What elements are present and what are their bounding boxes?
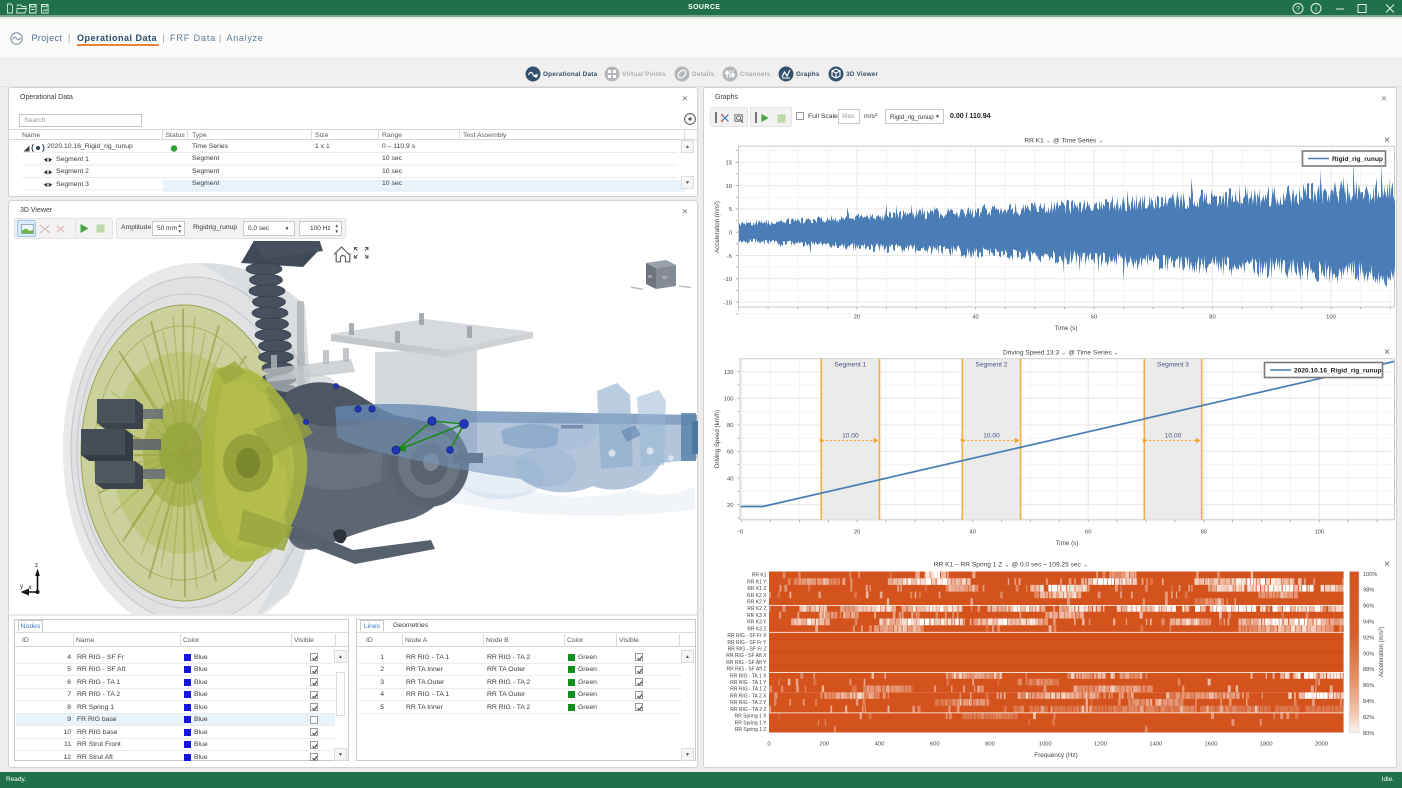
svg-text:z: z	[35, 563, 38, 569]
svg-text:86%: 86%	[1363, 683, 1374, 689]
svg-text:RR K2 Y: RR K2 Y	[747, 600, 767, 606]
svg-text:1000: 1000	[1039, 742, 1052, 748]
svg-text:0: 0	[767, 742, 770, 748]
svg-text:RR RIG - TA 1 Z: RR RIG - TA 1 Z	[730, 687, 766, 693]
svg-text:2000: 2000	[1315, 742, 1328, 748]
svg-text:RR RIG - SF Aft Z: RR RIG - SF Aft Z	[726, 667, 766, 673]
svg-text:RR Spring 1 Z: RR Spring 1 Z	[735, 727, 767, 733]
svg-text:1600: 1600	[1205, 742, 1218, 748]
svg-text:RR RIG - TA 1 Y: RR RIG - TA 1 Y	[730, 680, 767, 686]
svg-text:RR RIG - SF Fr Z: RR RIG - SF Fr Z	[728, 647, 767, 653]
svg-text:RR RIG - SF Fr X: RR RIG - SF Fr X	[727, 633, 767, 639]
svg-text:1400: 1400	[1149, 742, 1162, 748]
svg-text:RR K1 – RR Spring 1 Z ⌄ @ 0.0: RR K1 – RR Spring 1 Z ⌄ @ 0.0 sec – 109.…	[934, 562, 1088, 569]
svg-text:RR K1: RR K1	[752, 573, 767, 579]
svg-text:80%: 80%	[1363, 731, 1374, 737]
svg-text:RR RIG - TA 1 X: RR RIG - TA 1 X	[730, 673, 767, 679]
svg-text:RR Spring 1 Y: RR Spring 1 Y	[735, 720, 768, 726]
svg-text:RR RIG - SF Aft X: RR RIG - SF Aft X	[726, 653, 767, 659]
svg-text:88%: 88%	[1363, 667, 1374, 673]
svg-text:Acceleration (m/s²): Acceleration (m/s²)	[1379, 627, 1385, 677]
svg-text:RR RIG - TA 2 Y: RR RIG - TA 2 Y	[730, 700, 767, 706]
svg-text:100%: 100%	[1363, 572, 1377, 578]
svg-text:Frequency (Hz): Frequency (Hz)	[1034, 752, 1077, 759]
svg-text:RR K1 Y: RR K1 Y	[747, 579, 767, 585]
svg-text:RR RIG - TA 2 Z: RR RIG - TA 2 Z	[730, 707, 766, 713]
svg-text:RR K3 Y: RR K3 Y	[747, 620, 767, 626]
svg-text:1200: 1200	[1094, 742, 1107, 748]
svg-text:SF: SF	[662, 275, 668, 280]
svg-text:200: 200	[819, 742, 829, 748]
svg-text:1800: 1800	[1260, 742, 1273, 748]
svg-text:400: 400	[875, 742, 885, 748]
svg-text:RR K3 X: RR K3 X	[747, 613, 767, 619]
svg-text:84%: 84%	[1363, 699, 1374, 705]
svg-text:800: 800	[985, 742, 995, 748]
svg-text:82%: 82%	[1363, 715, 1374, 721]
svg-text:96%: 96%	[1363, 604, 1374, 610]
svg-text:i: i	[1315, 6, 1317, 13]
svg-text:RR RIG - TA 2 X: RR RIG - TA 2 X	[730, 693, 767, 699]
svg-text:?: ?	[1296, 6, 1300, 13]
svg-text:x: x	[29, 585, 32, 591]
svg-text:RR RIG - SF Aft Y: RR RIG - SF Aft Y	[726, 660, 767, 666]
svg-text:y: y	[20, 584, 23, 590]
svg-text:RR K2 X: RR K2 X	[747, 593, 767, 599]
svg-text:94%: 94%	[1363, 620, 1374, 626]
svg-text:RR K3 Z: RR K3 Z	[747, 626, 766, 632]
svg-text:90%: 90%	[1363, 651, 1374, 657]
svg-text:RR Spring 1 X: RR Spring 1 X	[735, 714, 768, 720]
svg-text:600: 600	[930, 742, 940, 748]
svg-text:RR K2 Z: RR K2 Z	[747, 606, 766, 612]
svg-text:92%: 92%	[1363, 635, 1374, 641]
svg-text:RR RIG - SF Fr Y: RR RIG - SF Fr Y	[727, 640, 767, 646]
svg-text:✕: ✕	[1384, 560, 1391, 569]
svg-text:RR K1 Z: RR K1 Z	[747, 586, 766, 592]
svg-text:98%: 98%	[1363, 588, 1374, 594]
